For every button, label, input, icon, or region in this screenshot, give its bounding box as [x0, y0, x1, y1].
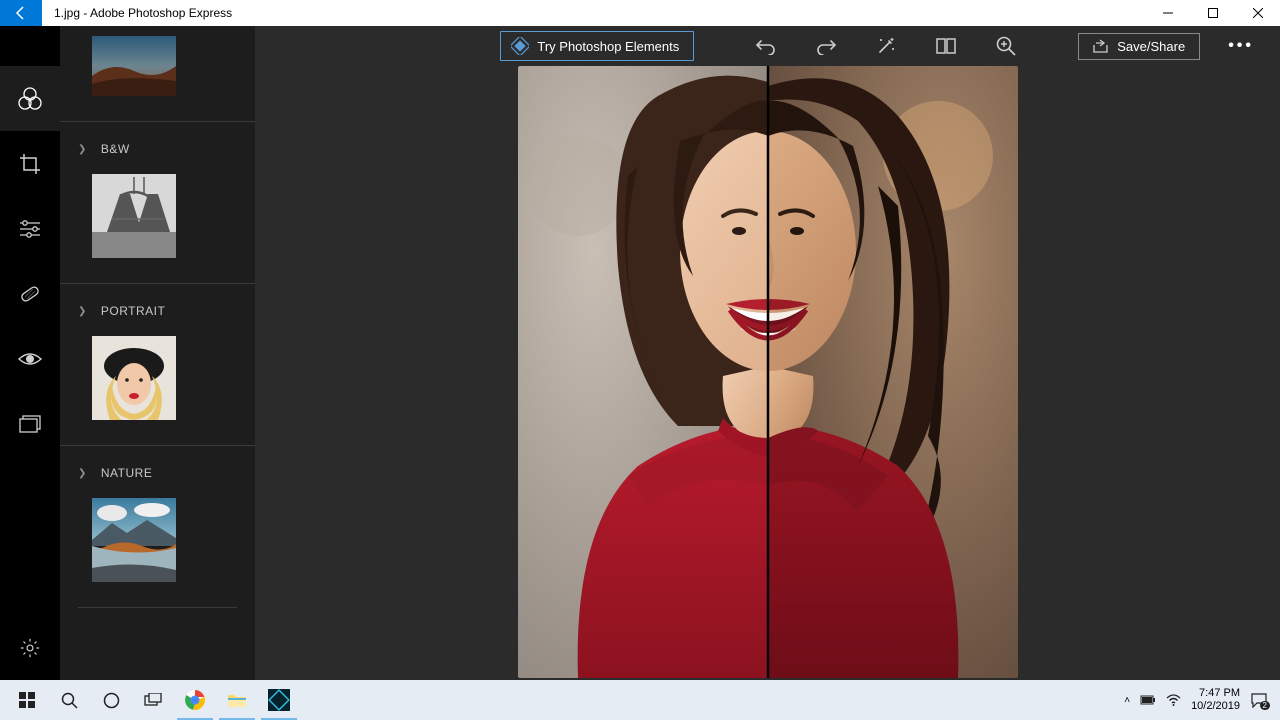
- thumbnail-nature[interactable]: [92, 498, 176, 582]
- main-canvas-image[interactable]: [518, 66, 1018, 678]
- maximize-button[interactable]: [1190, 0, 1235, 26]
- tool-rail: [0, 26, 60, 680]
- try-elements-label: Try Photoshop Elements: [537, 39, 679, 54]
- bandage-icon: [18, 282, 42, 306]
- red-eye-tool[interactable]: [0, 326, 60, 391]
- elements-icon: [511, 37, 529, 55]
- category-nature: ❯ NATURE: [60, 445, 255, 607]
- taskbar-explorer[interactable]: [216, 680, 258, 720]
- windows-icon: [19, 692, 35, 708]
- task-view-button[interactable]: [132, 680, 174, 720]
- thumbnail-bw[interactable]: [92, 174, 176, 258]
- ellipsis-icon: •••: [1228, 37, 1254, 54]
- settings-button[interactable]: [0, 615, 60, 680]
- redo-icon: [815, 37, 837, 55]
- redo-button[interactable]: [798, 29, 854, 63]
- looks-panel: ❯ B&W ❯ PORTRAIT: [60, 26, 255, 680]
- taskbar: ˄ 7:47 PM 10/2/2019 2: [0, 680, 1280, 720]
- compare-icon: [936, 37, 956, 55]
- auto-enhance-button[interactable]: [858, 29, 914, 63]
- cortana-icon: [103, 692, 120, 709]
- undo-button[interactable]: [738, 29, 794, 63]
- category-header-portrait[interactable]: ❯ PORTRAIT: [78, 304, 237, 318]
- category-label: PORTRAIT: [101, 304, 165, 318]
- top-toolbar: Try Photoshop Elements: [255, 26, 1280, 66]
- chevron-right-icon: ❯: [78, 144, 87, 155]
- compare-button[interactable]: [918, 29, 974, 63]
- share-icon: [1093, 39, 1109, 53]
- wifi-icon[interactable]: [1166, 694, 1181, 706]
- system-tray[interactable]: ˄ 7:47 PM 10/2/2019 2: [1124, 687, 1274, 713]
- tray-date: 10/2/2019: [1191, 700, 1240, 713]
- zoom-in-icon: [996, 36, 1016, 56]
- spot-heal-tool[interactable]: [0, 261, 60, 326]
- ps-express-icon: [268, 689, 290, 711]
- eye-icon: [17, 350, 43, 368]
- category-header-nature[interactable]: ❯ NATURE: [78, 466, 237, 480]
- search-icon: [61, 692, 78, 709]
- folder-icon: [227, 692, 247, 708]
- taskbar-chrome[interactable]: [174, 680, 216, 720]
- thumbnail-portrait[interactable]: [92, 336, 176, 420]
- save-share-label: Save/Share: [1117, 39, 1185, 54]
- title-bar: 1.jpg - Adobe Photoshop Express: [0, 0, 1280, 26]
- thumbnail-landscape[interactable]: [92, 36, 176, 96]
- category-label: NATURE: [101, 466, 152, 480]
- more-button[interactable]: •••: [1214, 37, 1268, 55]
- corrections-tool[interactable]: [0, 196, 60, 261]
- window-title: 1.jpg - Adobe Photoshop Express: [42, 0, 232, 26]
- tray-clock[interactable]: 7:47 PM 10/2/2019: [1191, 687, 1240, 713]
- chevron-right-icon: ❯: [78, 468, 87, 479]
- crop-icon: [19, 153, 41, 175]
- action-center-button[interactable]: 2: [1250, 692, 1268, 708]
- crop-tool[interactable]: [0, 131, 60, 196]
- try-elements-button[interactable]: Try Photoshop Elements: [500, 31, 694, 61]
- looks-tool[interactable]: [0, 66, 60, 131]
- zoom-button[interactable]: [978, 29, 1034, 63]
- search-button[interactable]: [48, 680, 90, 720]
- tray-chevron-icon[interactable]: ˄: [1124, 695, 1130, 706]
- back-button[interactable]: [0, 0, 42, 26]
- gear-icon: [19, 637, 41, 659]
- start-button[interactable]: [6, 680, 48, 720]
- cortana-button[interactable]: [90, 680, 132, 720]
- notification-count: 2: [1260, 701, 1270, 710]
- save-share-button[interactable]: Save/Share: [1078, 33, 1200, 60]
- borders-tool[interactable]: [0, 391, 60, 456]
- category-top[interactable]: [60, 36, 255, 121]
- chevron-right-icon: ❯: [78, 306, 87, 317]
- minimize-button[interactable]: [1145, 0, 1190, 26]
- category-bw: ❯ B&W: [60, 121, 255, 283]
- taskbar-photoshop-express[interactable]: [258, 680, 300, 720]
- sliders-icon: [18, 219, 42, 239]
- sparkle-icon: [876, 36, 896, 56]
- task-view-icon: [144, 693, 162, 707]
- category-label: B&W: [101, 142, 130, 156]
- close-button[interactable]: [1235, 0, 1280, 26]
- undo-icon: [755, 37, 777, 55]
- canvas-area: Try Photoshop Elements: [255, 26, 1280, 680]
- category-header-bw[interactable]: ❯ B&W: [78, 142, 237, 156]
- chrome-icon: [184, 689, 206, 711]
- category-portrait: ❯ PORTRAIT: [60, 283, 255, 445]
- frames-icon: [19, 415, 41, 433]
- looks-icon: [17, 86, 43, 112]
- battery-icon[interactable]: [1140, 693, 1156, 707]
- tray-time: 7:47 PM: [1199, 687, 1240, 700]
